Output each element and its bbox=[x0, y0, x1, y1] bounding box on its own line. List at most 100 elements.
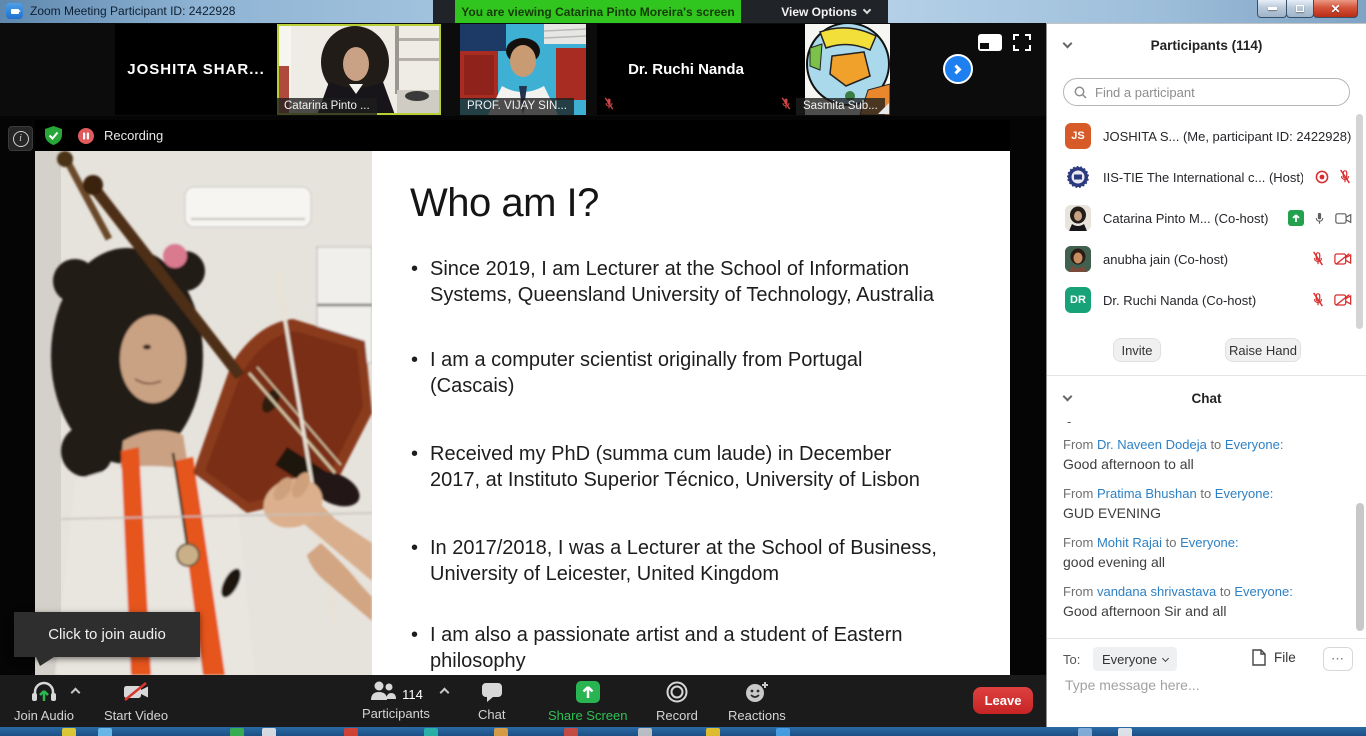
participant-row[interactable]: IIS-TIE The International c... (Host) bbox=[1047, 157, 1366, 198]
recipient-name[interactable]: Everyone: bbox=[1180, 535, 1239, 550]
resize-handle[interactable] bbox=[878, 103, 889, 114]
chat-message-header: From Pratima Bhushan to Everyone: bbox=[1063, 486, 1273, 501]
restore-button[interactable] bbox=[1286, 0, 1314, 18]
file-label: File bbox=[1274, 650, 1296, 665]
chat-message-text: good evening all bbox=[1063, 554, 1165, 570]
chat-message-text: Good afternoon to all bbox=[1063, 456, 1194, 472]
video-tile-catarina[interactable]: Catarina Pinto ... bbox=[277, 24, 441, 115]
slide-bullet: I am also a passionate artist and a stud… bbox=[430, 622, 903, 674]
zoom-meeting-window: Zoom Meeting Participant ID: 2422928 You… bbox=[0, 0, 1366, 736]
participants-label: Participants bbox=[362, 706, 430, 721]
recording-dot-icon bbox=[1315, 170, 1329, 184]
mic-off-icon bbox=[1311, 292, 1325, 307]
chevron-down-icon bbox=[1162, 654, 1169, 661]
reactions-smiley-icon bbox=[744, 680, 770, 704]
avatar bbox=[1065, 205, 1091, 231]
participant-row[interactable]: DR Dr. Ruchi Nanda (Co-host) bbox=[1047, 280, 1366, 321]
participant-row[interactable]: JS JOSHITA S... (Me, participant ID: 242… bbox=[1047, 116, 1366, 157]
start-video-label: Start Video bbox=[104, 708, 168, 723]
gallery-view-icon[interactable] bbox=[978, 34, 1002, 51]
slide-bullet: Received my PhD (summa cum laude) in Dec… bbox=[430, 441, 920, 493]
participants-caret[interactable] bbox=[440, 688, 450, 698]
avatar-photo bbox=[1065, 205, 1091, 231]
join-audio-button[interactable]: Join Audio bbox=[14, 680, 74, 723]
chat-message-input[interactable] bbox=[1063, 676, 1343, 694]
reactions-button[interactable]: Reactions bbox=[728, 680, 786, 723]
close-icon: ✕ bbox=[1330, 3, 1340, 15]
video-tile-joshita[interactable]: JOSHITA SHAR... bbox=[115, 24, 277, 115]
sender-name[interactable]: Dr. Naveen Dodeja bbox=[1097, 437, 1207, 452]
sender-name[interactable]: Mohit Rajai bbox=[1097, 535, 1162, 550]
recipient-value: Everyone bbox=[1102, 652, 1157, 667]
recipient-name[interactable]: Everyone: bbox=[1215, 486, 1274, 501]
participant-row[interactable]: anubha jain (Co-host) bbox=[1047, 239, 1366, 280]
meeting-toolbar: Join Audio Start Video 114 Participa bbox=[0, 675, 1046, 727]
participant-name: Catarina Pinto M... (Co-host) bbox=[1103, 211, 1268, 226]
chevron-right-icon bbox=[952, 64, 962, 74]
participants-scrollbar[interactable] bbox=[1356, 114, 1363, 329]
viewing-banner-container: You are viewing Catarina Pinto Moreira's… bbox=[433, 0, 888, 23]
close-button[interactable]: ✕ bbox=[1313, 0, 1358, 18]
chat-message-header: From vandana shrivastava to Everyone: bbox=[1063, 584, 1293, 599]
leave-button[interactable]: Leave bbox=[973, 687, 1033, 714]
participant-name: PROF. VIJAY SIN... bbox=[460, 98, 574, 115]
chat-message-text: GUD EVENING bbox=[1063, 505, 1161, 521]
video-tile-vijay[interactable]: PROF. VIJAY SIN... bbox=[460, 24, 586, 115]
participant-name: Dr. Ruchi Nanda (Co-host) bbox=[1103, 293, 1256, 308]
participants-count: 114 bbox=[402, 687, 423, 702]
fullscreen-icon[interactable] bbox=[1013, 34, 1031, 51]
file-button[interactable]: File bbox=[1252, 649, 1296, 666]
video-off-icon bbox=[1334, 293, 1352, 307]
participant-search[interactable] bbox=[1063, 78, 1350, 106]
video-on-icon bbox=[1335, 212, 1352, 225]
chat-partial-message: - bbox=[1067, 414, 1071, 429]
chat-scrollbar[interactable] bbox=[1356, 503, 1364, 631]
recording-indicator-icon[interactable] bbox=[78, 128, 94, 144]
participant-row[interactable]: Catarina Pinto M... (Co-host) bbox=[1047, 198, 1366, 239]
avatar: DR bbox=[1065, 287, 1091, 313]
search-icon bbox=[1074, 86, 1087, 99]
record-button[interactable]: Record bbox=[656, 680, 698, 723]
video-tile-ruchi[interactable]: Dr. Ruchi Nanda bbox=[597, 24, 775, 115]
chat-bubble-icon bbox=[480, 680, 504, 703]
avatar-photo bbox=[1065, 246, 1091, 272]
share-screen-button[interactable]: Share Screen bbox=[548, 680, 628, 723]
video-tile-sasmita[interactable]: Sasmita Sub... bbox=[772, 24, 890, 115]
raise-hand-button[interactable]: Raise Hand bbox=[1225, 338, 1301, 362]
recording-bar: Recording bbox=[35, 120, 1010, 151]
join-audio-tooltip: Click to join audio bbox=[14, 612, 200, 657]
participant-name: Dr. Ruchi Nanda bbox=[597, 24, 775, 115]
participants-icon bbox=[369, 680, 397, 702]
slide-bullet: I am a computer scientist originally fro… bbox=[430, 347, 862, 399]
minimize-button[interactable] bbox=[1257, 0, 1287, 18]
window-controls: ✕ bbox=[1258, 0, 1358, 18]
info-button[interactable]: i bbox=[8, 126, 33, 151]
slide-bullet: In 2017/2018, I was a Lecturer at the Sc… bbox=[430, 535, 937, 587]
share-screen-icon bbox=[575, 680, 601, 704]
avatar bbox=[1065, 164, 1091, 190]
recipient-dropdown[interactable]: Everyone bbox=[1093, 647, 1177, 671]
participants-panel-title: Participants (114) bbox=[1047, 38, 1366, 53]
search-input[interactable] bbox=[1093, 84, 1339, 101]
restore-icon bbox=[1296, 5, 1304, 12]
recipient-name[interactable]: Everyone: bbox=[1234, 584, 1293, 599]
viewing-banner: You are viewing Catarina Pinto Moreira's… bbox=[455, 0, 741, 23]
sender-name[interactable]: vandana shrivastava bbox=[1097, 584, 1216, 599]
participants-button[interactable]: 114 Participants bbox=[362, 680, 430, 721]
view-options-menu[interactable]: View Options bbox=[781, 0, 870, 23]
recipient-name[interactable]: Everyone: bbox=[1225, 437, 1284, 452]
slide-title: Who am I? bbox=[410, 181, 599, 226]
sender-name[interactable]: Pratima Bhushan bbox=[1097, 486, 1197, 501]
headphones-icon bbox=[29, 680, 59, 704]
avatar bbox=[1065, 246, 1091, 272]
mic-on-icon bbox=[1313, 211, 1326, 226]
chat-button[interactable]: Chat bbox=[478, 680, 505, 722]
invite-button[interactable]: Invite bbox=[1113, 338, 1161, 362]
next-videos-button[interactable] bbox=[943, 54, 973, 84]
start-video-button[interactable]: Start Video bbox=[104, 680, 168, 723]
video-strip: JOSHITA SHAR... Catarina Pinto ... bbox=[0, 23, 1046, 116]
reactions-label: Reactions bbox=[728, 708, 786, 723]
participant-name: Sasmita Sub... bbox=[796, 98, 885, 115]
chat-label: Chat bbox=[478, 707, 505, 722]
more-options-button[interactable]: ⋯ bbox=[1323, 647, 1353, 671]
